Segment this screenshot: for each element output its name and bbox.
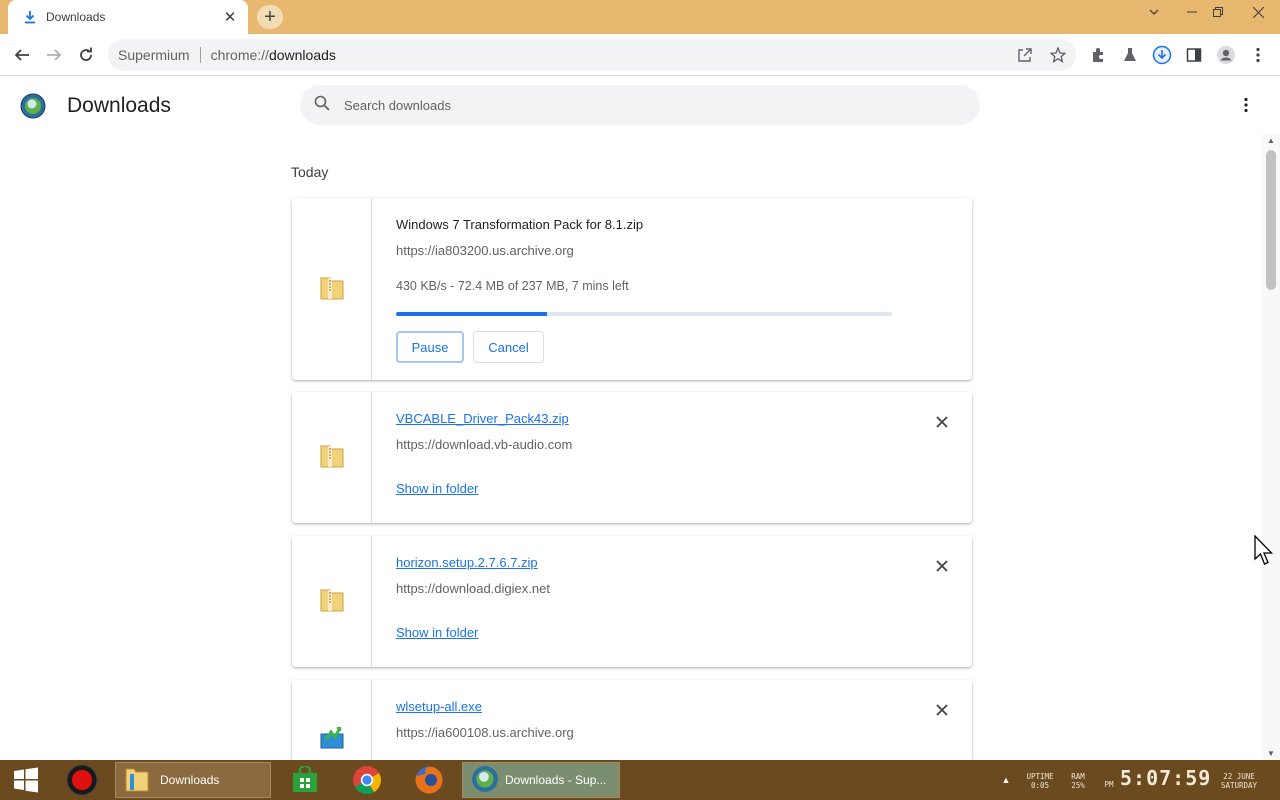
cancel-button[interactable]: Cancel [473, 331, 544, 363]
store-app-icon[interactable] [285, 760, 325, 800]
mouse-cursor-icon [1254, 534, 1274, 572]
share-icon[interactable] [1013, 43, 1037, 67]
file-name-link[interactable]: VBCABLE_Driver_Pack43.zip [396, 411, 569, 426]
search-downloads-box[interactable] [300, 85, 980, 125]
download-icon [22, 9, 38, 25]
address-bar[interactable]: Supermium chrome:// downloads [108, 39, 1076, 71]
date-header: Today [291, 164, 329, 180]
remove-close-icon[interactable] [932, 412, 952, 432]
download-item: Windows 7 Transformation Pack for 8.1.zi… [292, 198, 972, 380]
reload-icon[interactable] [74, 43, 98, 67]
profile-avatar-icon[interactable] [1214, 43, 1238, 67]
record-app-icon[interactable] [62, 760, 102, 800]
supermium-logo-icon [20, 93, 46, 119]
uptime-value: 0:05 [1030, 781, 1050, 790]
source-url: https://ia803200.us.archive.org [396, 243, 574, 258]
taskbar-item-label: Downloads [160, 773, 220, 787]
forward-arrow-icon[interactable] [42, 43, 66, 67]
back-arrow-icon[interactable] [10, 43, 34, 67]
pause-button[interactable]: Pause [396, 331, 464, 363]
clock-time: 5:07:59 [1120, 766, 1212, 790]
progress-bar [396, 312, 892, 316]
side-panel-icon[interactable] [1182, 43, 1206, 67]
taskbar-file-explorer-downloads[interactable]: Downloads [115, 762, 271, 798]
show-in-folder-link[interactable]: Show in folder [396, 481, 478, 496]
remove-close-icon[interactable] [932, 700, 952, 720]
uptime-widget: UPTIME 0:05 [1020, 772, 1060, 790]
download-status: 430 KB/s - 72.4 MB of 237 MB, 7 mins lef… [396, 279, 629, 293]
search-icon [314, 95, 330, 116]
tab-downloads[interactable]: Downloads ✕ [8, 0, 248, 34]
date-value: 22 JUNE [1223, 772, 1255, 781]
remove-close-icon[interactable] [932, 556, 952, 576]
file-name-link[interactable]: wlsetup-all.exe [396, 699, 482, 714]
more-actions-icon[interactable] [1234, 93, 1258, 117]
weekday-value: SATURDAY [1220, 781, 1258, 790]
title-bar: Downloads ✕ + [0, 0, 1280, 34]
url-scheme: chrome:// [210, 47, 269, 63]
file-name: Windows 7 Transformation Pack for 8.1.zi… [396, 217, 644, 232]
browser-toolbar: Supermium chrome:// downloads [0, 34, 1280, 76]
source-url: https://ia600108.us.archive.org [396, 725, 574, 740]
source-url: https://download.vb-audio.com [396, 437, 573, 452]
file-icon-column [292, 198, 372, 380]
tray-expand-chevron-icon[interactable]: ▲ [998, 760, 1014, 800]
firefox-browser-icon[interactable] [409, 760, 449, 800]
browser-menu-icon[interactable] [1246, 43, 1270, 67]
zip-folder-icon [318, 272, 346, 307]
folder-icon [124, 765, 150, 796]
search-input[interactable] [344, 97, 944, 113]
taskbar-item-label: Downloads - Sup... [505, 773, 607, 787]
uptime-label: UPTIME [1026, 772, 1054, 781]
scroll-up-arrow-icon[interactable]: ▲ [1267, 136, 1275, 145]
ram-widget: RAM 25% [1063, 772, 1093, 790]
page-title: Downloads [67, 94, 171, 117]
page-scrollbar[interactable]: ▲ ▼ [1262, 134, 1280, 760]
new-tab-button[interactable]: + [257, 5, 283, 29]
labs-flask-icon[interactable] [1118, 43, 1142, 67]
download-icon[interactable] [1150, 43, 1174, 67]
zip-folder-icon [318, 440, 346, 475]
scroll-down-arrow-icon[interactable]: ▼ [1267, 749, 1275, 758]
source-url: https://download.digiex.net [396, 581, 550, 596]
omnibox-divider [199, 47, 201, 63]
file-icon-column [292, 392, 372, 523]
file-icon-column [292, 536, 372, 667]
taskbar: Downloads Downloads - Sup... ▲ UPTIME 0:… [0, 760, 1280, 800]
file-name-link[interactable]: horizon.setup.2.7.6.7.zip [396, 555, 538, 570]
download-item: VBCABLE_Driver_Pack43.zip https://downlo… [292, 392, 972, 523]
chrome-browser-icon[interactable] [347, 760, 387, 800]
minimize-button[interactable] [1180, 0, 1204, 24]
show-in-folder-link[interactable]: Show in folder [396, 625, 478, 640]
window-close-button[interactable] [1236, 0, 1280, 24]
start-windows-icon[interactable] [6, 760, 46, 800]
supermium-logo-icon [471, 765, 499, 796]
close-icon[interactable]: ✕ [222, 9, 238, 26]
site-name: Supermium [118, 47, 190, 63]
ampm-indicator: PM [1104, 780, 1114, 789]
taskbar-supermium-downloads[interactable]: Downloads - Sup... [462, 762, 620, 798]
extensions-icon[interactable] [1086, 43, 1110, 67]
bookmark-star-icon[interactable] [1046, 43, 1070, 67]
scroll-thumb[interactable] [1266, 150, 1276, 290]
download-item: horizon.setup.2.7.6.7.zip https://downlo… [292, 536, 972, 667]
restore-button[interactable] [1206, 0, 1230, 24]
ram-label: RAM [1071, 772, 1085, 781]
zip-folder-icon [318, 584, 346, 619]
tab-title: Downloads [46, 10, 106, 24]
date-widget: 22 JUNE SATURDAY [1204, 772, 1274, 790]
url-path: downloads [268, 47, 336, 63]
ram-value: 25% [1071, 781, 1085, 790]
installer-icon [318, 724, 346, 757]
progress-fill [396, 312, 548, 316]
chevron-down-icon[interactable] [1142, 0, 1166, 24]
